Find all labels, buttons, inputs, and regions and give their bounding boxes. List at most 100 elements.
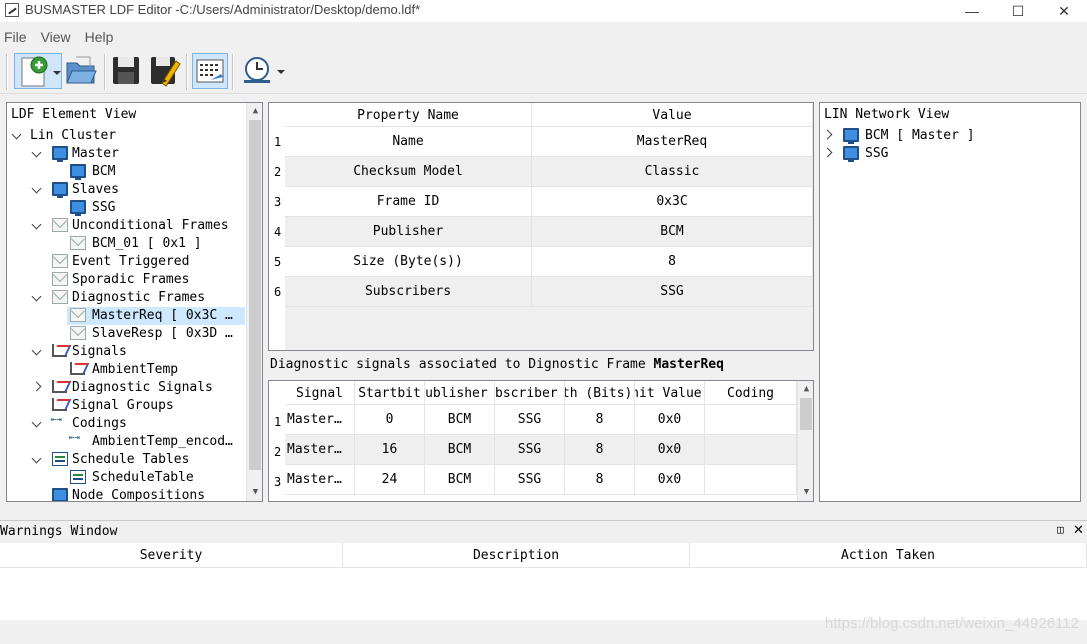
tree-item-unconditional-frames[interactable]: Unconditional Frames [7, 217, 247, 235]
tree-item-ambienttemp[interactable]: AmbientTemp [7, 361, 247, 379]
signal-cell[interactable]: Master… [285, 405, 355, 435]
scroll-down-arrow-icon[interactable]: ▼ [798, 484, 813, 501]
startbit-cell[interactable]: 0 [355, 405, 425, 435]
chevron-down-icon[interactable] [277, 70, 285, 74]
subscriber-cell[interactable]: SSG [495, 435, 565, 465]
tree-item-bcm-01[interactable]: BCM_01 [ 0x1 ] [7, 235, 247, 253]
subscriber-cell[interactable]: SSG [495, 405, 565, 435]
startbit-cell[interactable]: 24 [355, 465, 425, 495]
startbit-cell[interactable]: 16 [355, 435, 425, 465]
chevron-down-icon[interactable] [31, 345, 42, 356]
close-icon[interactable]: ✕ [1073, 522, 1084, 538]
chevron-down-icon[interactable] [31, 147, 42, 158]
scroll-up-arrow-icon[interactable]: ▲ [247, 103, 262, 120]
coding-cell[interactable] [705, 435, 797, 465]
init-value-cell[interactable]: 0x0 [635, 465, 705, 495]
chevron-right-icon[interactable] [822, 129, 833, 140]
property-value-cell[interactable]: SSG [532, 277, 813, 307]
chevron-down-icon[interactable] [31, 183, 42, 194]
tree-item-masterreq-selected[interactable]: MasterReq [ 0x3C … [67, 307, 245, 325]
property-value-cell[interactable]: 8 [532, 247, 813, 277]
length-cell[interactable]: 8 [565, 405, 635, 435]
scroll-up-arrow-icon[interactable]: ▲ [798, 381, 813, 398]
column-header-description[interactable]: Description [343, 543, 690, 568]
tree-item-signals[interactable]: Signals [7, 343, 247, 361]
column-header-publisher[interactable]: Publisher [425, 381, 495, 405]
chevron-right-icon[interactable] [822, 147, 833, 158]
save-as-button[interactable] [148, 53, 184, 89]
tree-item-signal-groups[interactable]: Signal Groups [7, 397, 247, 415]
network-node-bcm[interactable]: BCM [ Master ] [820, 127, 1070, 145]
save-button[interactable] [110, 53, 146, 89]
property-name-cell[interactable]: Frame ID [285, 187, 532, 217]
property-name-cell[interactable]: Publisher [285, 217, 532, 247]
tree-item-ssg[interactable]: SSG [7, 199, 247, 217]
chevron-down-icon[interactable] [31, 453, 42, 464]
menu-view[interactable]: View [37, 26, 71, 48]
clock-button[interactable] [240, 53, 288, 89]
property-name-cell[interactable]: Checksum Model [285, 157, 532, 187]
signal-cell[interactable]: Master… [285, 465, 355, 495]
diagnostic-grid-scrollbar[interactable]: ▲ ▼ [797, 381, 813, 501]
column-header-startbit[interactable]: Startbit [355, 381, 425, 405]
column-header-action-taken[interactable]: Action Taken [690, 543, 1087, 568]
property-name-cell[interactable]: Size (Byte(s)) [285, 247, 532, 277]
property-value-cell[interactable]: Classic [532, 157, 813, 187]
minimize-button[interactable]: — [949, 0, 995, 22]
chevron-down-icon[interactable] [31, 219, 42, 230]
maximize-button[interactable]: ☐ [995, 0, 1041, 22]
close-button[interactable]: ✕ [1041, 0, 1087, 22]
coding-cell[interactable] [705, 465, 797, 495]
tree-item-slaves[interactable]: Slaves [7, 181, 247, 199]
open-button[interactable] [64, 53, 100, 89]
publisher-cell[interactable]: BCM [425, 465, 495, 495]
column-header-init-value[interactable]: Init Value [635, 381, 705, 405]
init-value-cell[interactable]: 0x0 [635, 405, 705, 435]
subscriber-cell[interactable]: SSG [495, 465, 565, 495]
tree-item-schedule-tables[interactable]: Schedule Tables [7, 451, 247, 469]
new-button[interactable] [14, 53, 62, 89]
scrollbar-thumb[interactable] [800, 398, 812, 430]
column-header-length[interactable]: Length (Bits) [565, 381, 635, 405]
property-value-cell[interactable]: MasterReq [532, 127, 813, 157]
chevron-right-icon[interactable] [31, 381, 42, 392]
tree-item-scheduletable[interactable]: ScheduleTable [7, 469, 247, 487]
chevron-down-icon[interactable] [53, 71, 61, 75]
tree-item-codings[interactable]: Codings [7, 415, 247, 433]
column-header-severity[interactable]: Severity [0, 543, 343, 568]
scrollbar-thumb[interactable] [249, 120, 261, 470]
tree-item-master[interactable]: Master [7, 145, 247, 163]
tree-item-bcm[interactable]: BCM [7, 163, 247, 181]
property-name-cell[interactable]: Name [285, 127, 532, 157]
column-header-property-name[interactable]: Property Name [285, 103, 532, 127]
tree-item-lin-cluster[interactable]: Lin Cluster [7, 127, 247, 145]
tree-item-diagnostic-signals[interactable]: Diagnostic Signals [7, 379, 247, 397]
property-name-cell[interactable]: Subscribers [285, 277, 532, 307]
menu-file[interactable]: File [0, 26, 27, 48]
column-header-value[interactable]: Value [532, 103, 813, 127]
signal-cell[interactable]: Master… [285, 435, 355, 465]
scroll-down-arrow-icon[interactable]: ▼ [247, 484, 262, 501]
publisher-cell[interactable]: BCM [425, 435, 495, 465]
menu-help[interactable]: Help [81, 26, 114, 48]
column-header-subscriber[interactable]: Subscriber [495, 381, 565, 405]
tree-item-node-compositions[interactable]: Node Compositions [7, 487, 247, 501]
property-value-cell[interactable]: BCM [532, 217, 813, 247]
length-cell[interactable]: 8 [565, 435, 635, 465]
restore-icon[interactable]: ◫ [1057, 523, 1064, 536]
tree-item-slaveresp[interactable]: SlaveResp [ 0x3D … [7, 325, 247, 343]
column-header-coding[interactable]: Coding [705, 381, 797, 405]
init-value-cell[interactable]: 0x0 [635, 435, 705, 465]
tree-item-ambienttemp-encoding[interactable]: AmbientTemp_encod… [7, 433, 247, 451]
network-node-ssg[interactable]: SSG [820, 145, 1070, 163]
chevron-down-icon[interactable] [31, 291, 42, 302]
length-cell[interactable]: 8 [565, 465, 635, 495]
chevron-down-icon[interactable] [31, 417, 42, 428]
properties-button[interactable] [192, 53, 228, 89]
tree-scrollbar[interactable]: ▲ ▼ [246, 103, 262, 501]
chevron-down-icon[interactable] [11, 129, 22, 140]
tree-item-sporadic-frames[interactable]: Sporadic Frames [7, 271, 247, 289]
column-header-signal[interactable]: Signal [285, 381, 355, 405]
publisher-cell[interactable]: BCM [425, 405, 495, 435]
coding-cell[interactable] [705, 405, 797, 435]
